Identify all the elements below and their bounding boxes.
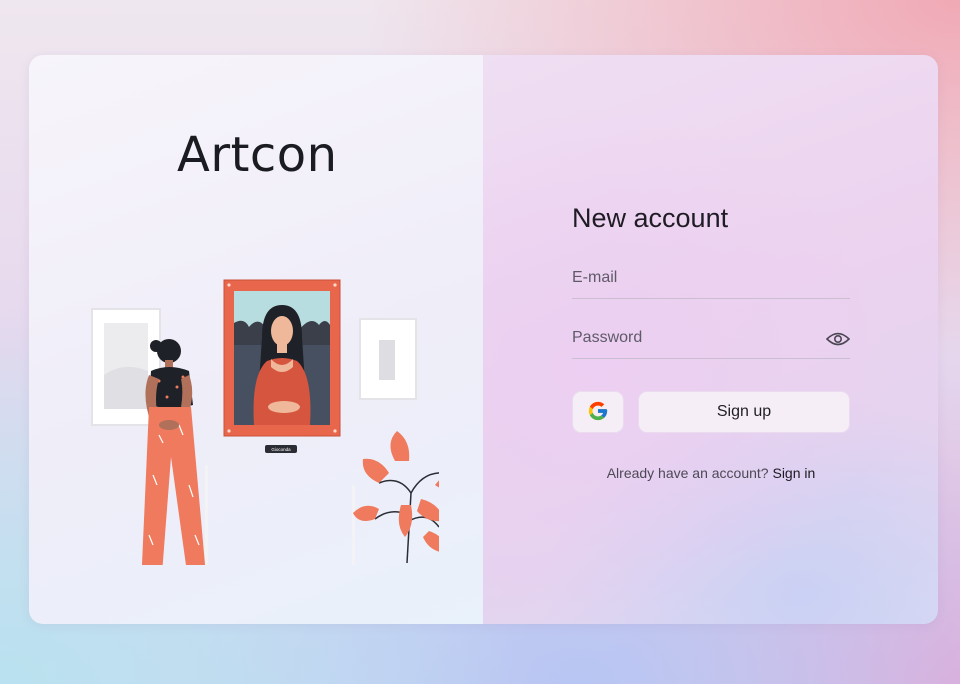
google-icon xyxy=(587,400,609,425)
person-viewer xyxy=(141,339,206,565)
signup-card: Artcon Gioconda New account E-mail Sign … xyxy=(29,55,938,624)
google-signin-button[interactable] xyxy=(572,391,624,433)
painting-frame xyxy=(223,279,341,437)
svg-text:Gioconda: Gioconda xyxy=(271,447,291,452)
form-panel: New account Sign u xyxy=(483,55,938,624)
wall-frame-right xyxy=(359,318,417,400)
hero-panel: Artcon Gioconda xyxy=(29,55,483,624)
signin-row: Already have an account? Sign in xyxy=(572,465,850,481)
form-title: New account xyxy=(572,203,729,233)
signup-button[interactable]: Sign up xyxy=(638,391,850,433)
signin-prompt: Already have an account? xyxy=(606,465,769,481)
brand-logo: Artcon xyxy=(177,127,338,183)
password-field-wrapper xyxy=(572,323,851,359)
potted-plant xyxy=(353,431,439,564)
eye-icon[interactable] xyxy=(825,329,851,349)
email-field[interactable] xyxy=(572,263,850,287)
gallery-illustration: Gioconda xyxy=(91,279,439,565)
password-field[interactable] xyxy=(572,323,850,347)
painting-plaque: Gioconda xyxy=(265,445,297,453)
email-field-wrapper xyxy=(572,263,850,299)
signin-link[interactable]: Sign in xyxy=(772,465,815,481)
